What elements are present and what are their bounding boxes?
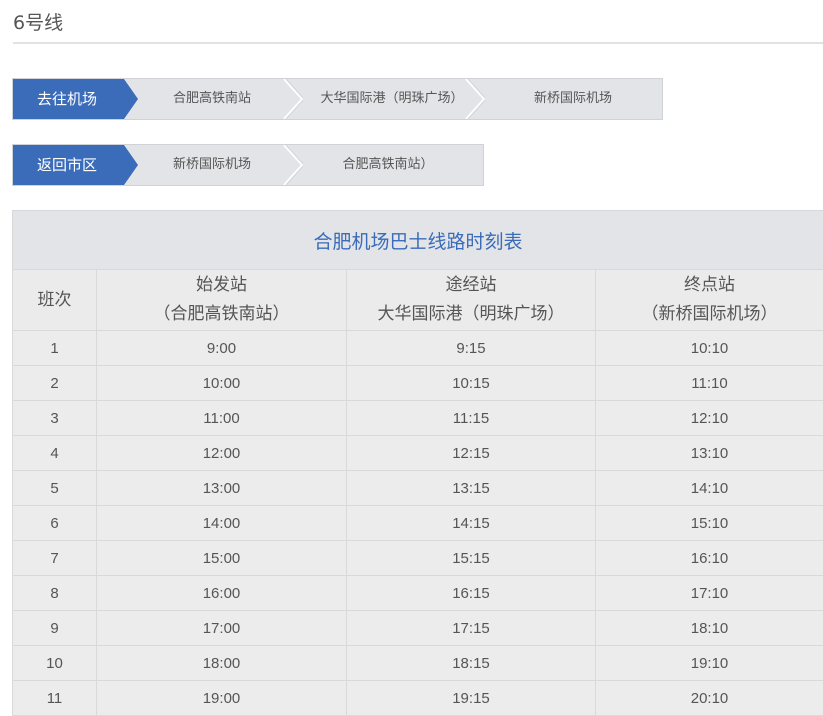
table-row: 19:009:1510:10: [13, 331, 823, 366]
table-row: 412:0012:1513:10: [13, 436, 823, 471]
cell-origin-time: 9:00: [97, 331, 347, 366]
cell-origin-time: 14:00: [97, 506, 347, 541]
table-row: 1018:0018:1519:10: [13, 646, 823, 681]
cell-via-time: 11:15: [347, 401, 596, 436]
header-origin: 始发站 （合肥高铁南站）: [97, 270, 347, 331]
route-bar-to-city: 返回市区 新桥国际机场 合肥高铁南站）: [12, 144, 484, 186]
header-via: 途经站 大华国际港（明珠广场）: [347, 270, 596, 331]
route-stop: 新桥国际机场: [137, 145, 287, 185]
cell-via-time: 10:15: [347, 366, 596, 401]
header-origin-label: 始发站: [196, 275, 247, 295]
cell-run: 8: [13, 576, 97, 611]
cell-run: 3: [13, 401, 97, 436]
route-stop: 合肥高铁南站: [137, 79, 287, 119]
cell-terminal-time: 15:10: [596, 506, 823, 541]
cell-origin-time: 18:00: [97, 646, 347, 681]
cell-via-time: 17:15: [347, 611, 596, 646]
cell-terminal-time: 19:10: [596, 646, 823, 681]
header-terminal-station: （新桥国际机场）: [596, 300, 823, 329]
table-row: 715:0015:1516:10: [13, 541, 823, 576]
route-stop: 大华国际港（明珠广场）: [303, 79, 481, 119]
cell-run: 7: [13, 541, 97, 576]
cell-terminal-time: 13:10: [596, 436, 823, 471]
header-origin-station: （合肥高铁南站）: [97, 300, 346, 329]
cell-origin-time: 17:00: [97, 611, 347, 646]
route-bar-to-airport: 去往机场 合肥高铁南站 大华国际港（明珠广场） 新桥国际机场: [12, 78, 663, 120]
cell-origin-time: 15:00: [97, 541, 347, 576]
timetable: 合肥机场巴士线路时刻表 班次 始发站 （合肥高铁南站） 途经站 大华国际港（明珠…: [12, 210, 823, 716]
header-terminal: 终点站 （新桥国际机场）: [596, 270, 823, 331]
table-row: 210:0010:1511:10: [13, 366, 823, 401]
cell-terminal-time: 12:10: [596, 401, 823, 436]
cell-terminal-time: 16:10: [596, 541, 823, 576]
title-divider: [13, 42, 823, 44]
table-row: 614:0014:1515:10: [13, 506, 823, 541]
cell-via-time: 19:15: [347, 681, 596, 716]
cell-origin-time: 12:00: [97, 436, 347, 471]
tab-to-airport[interactable]: 去往机场: [13, 79, 124, 119]
timetable-caption: 合肥机场巴士线路时刻表: [13, 211, 823, 270]
cell-via-time: 16:15: [347, 576, 596, 611]
cell-terminal-time: 17:10: [596, 576, 823, 611]
cell-via-time: 15:15: [347, 541, 596, 576]
cell-terminal-time: 11:10: [596, 366, 823, 401]
cell-run: 1: [13, 331, 97, 366]
table-row: 1119:0019:1520:10: [13, 681, 823, 716]
cell-run: 4: [13, 436, 97, 471]
cell-via-time: 12:15: [347, 436, 596, 471]
cell-terminal-time: 14:10: [596, 471, 823, 506]
cell-via-time: 18:15: [347, 646, 596, 681]
route-stop: 新桥国际机场: [491, 79, 655, 119]
header-via-station: 大华国际港（明珠广场）: [347, 300, 595, 329]
cell-run: 6: [13, 506, 97, 541]
header-terminal-label: 终点站: [684, 275, 735, 295]
cell-via-time: 9:15: [347, 331, 596, 366]
table-row: 816:0016:1517:10: [13, 576, 823, 611]
cell-terminal-time: 10:10: [596, 331, 823, 366]
cell-origin-time: 19:00: [97, 681, 347, 716]
cell-via-time: 14:15: [347, 506, 596, 541]
cell-run: 10: [13, 646, 97, 681]
header-via-label: 途经站: [446, 275, 497, 295]
table-row: 513:0013:1514:10: [13, 471, 823, 506]
cell-run: 2: [13, 366, 97, 401]
cell-origin-time: 10:00: [97, 366, 347, 401]
table-row: 917:0017:1518:10: [13, 611, 823, 646]
cell-terminal-time: 20:10: [596, 681, 823, 716]
cell-run: 5: [13, 471, 97, 506]
page-title: 6号线: [13, 10, 63, 36]
cell-origin-time: 13:00: [97, 471, 347, 506]
table-row: 311:0011:1512:10: [13, 401, 823, 436]
cell-origin-time: 11:00: [97, 401, 347, 436]
cell-via-time: 13:15: [347, 471, 596, 506]
header-run: 班次: [13, 270, 97, 331]
cell-terminal-time: 18:10: [596, 611, 823, 646]
cell-run: 9: [13, 611, 97, 646]
route-stop: 合肥高铁南站）: [303, 145, 473, 185]
cell-run: 11: [13, 681, 97, 716]
cell-origin-time: 16:00: [97, 576, 347, 611]
tab-to-city[interactable]: 返回市区: [13, 145, 124, 185]
